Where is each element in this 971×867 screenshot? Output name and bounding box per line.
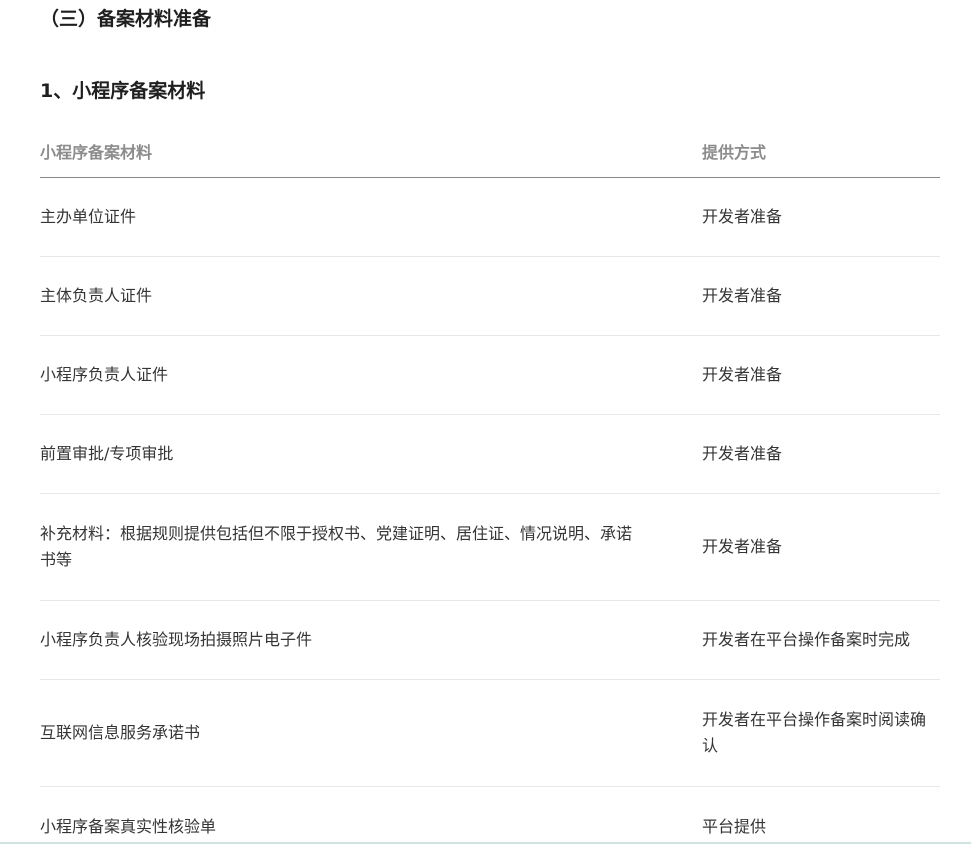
table-row: 小程序负责人核验现场拍摄照片电子件 开发者在平台操作备案时完成 [40, 601, 940, 680]
material-cell: 补充材料：根据规则提供包括但不限于授权书、党建证明、居住证、情况说明、承诺书等 [40, 524, 633, 569]
materials-table: 小程序备案材料 提供方式 主办单位证件 开发者准备 主体负责人证件 开发者准备 … [40, 124, 940, 867]
material-cell: 前置审批/专项审批 [40, 444, 174, 463]
table-row: 主体负责人证件 开发者准备 [40, 257, 940, 336]
table-row: 互联网信息服务承诺书 开发者在平台操作备案时阅读确认 [40, 680, 940, 787]
material-cell: 主体负责人证件 [40, 286, 153, 305]
table-row: 前置审批/专项审批 开发者准备 [40, 415, 940, 494]
section-title: （三）备案材料准备 [40, 8, 212, 30]
material-cell: 小程序备案真实性核验单 [40, 817, 217, 836]
table-row: 小程序备案真实性核验单 平台提供 [40, 787, 940, 867]
method-cell: 开发者准备 [702, 207, 783, 226]
table-row: 补充材料：根据规则提供包括但不限于授权书、党建证明、居住证、情况说明、承诺书等 … [40, 494, 940, 601]
header-method: 提供方式 [702, 142, 767, 162]
header-material: 小程序备案材料 [40, 142, 153, 162]
method-cell: 开发者准备 [702, 537, 783, 556]
table-row: 小程序负责人证件 开发者准备 [40, 336, 940, 415]
method-cell: 开发者准备 [702, 365, 783, 384]
method-cell: 平台提供 [702, 817, 767, 836]
material-cell: 主办单位证件 [40, 207, 137, 226]
table-row: 主办单位证件 开发者准备 [40, 178, 940, 257]
material-cell: 小程序负责人核验现场拍摄照片电子件 [40, 630, 313, 649]
table-header: 小程序备案材料 提供方式 [40, 124, 940, 178]
method-cell: 开发者准备 [702, 286, 783, 305]
material-cell: 小程序负责人证件 [40, 365, 169, 384]
material-cell: 互联网信息服务承诺书 [40, 723, 201, 742]
method-cell: 开发者在平台操作备案时完成 [702, 630, 911, 649]
method-cell: 开发者准备 [702, 444, 783, 463]
subsection-title: 1、小程序备案材料 [40, 80, 206, 102]
method-cell: 开发者在平台操作备案时阅读确认 [702, 710, 927, 755]
